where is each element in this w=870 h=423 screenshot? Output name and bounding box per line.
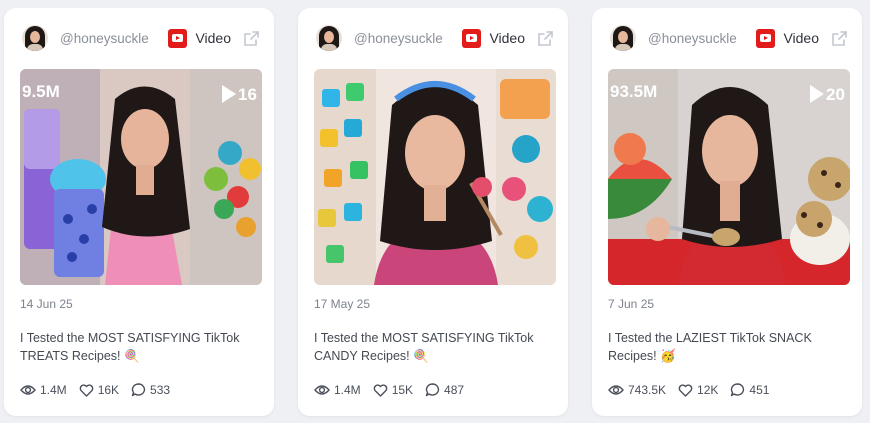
video-thumbnail[interactable]: 93.5M 20	[608, 69, 850, 285]
external-link-icon[interactable]	[243, 30, 260, 47]
video-title[interactable]: I Tested the MOST SATISFYING TikTok TREA…	[20, 329, 252, 365]
youtube-icon	[168, 28, 188, 48]
post-date: 17 May 25	[314, 297, 371, 311]
card-header: @honeysuckle Video	[610, 24, 848, 52]
youtube-icon	[462, 28, 482, 48]
likes-count: 15K	[391, 383, 414, 397]
comments-count: 451	[749, 383, 770, 397]
engagement-stats: 1.4M 16K 533	[20, 383, 182, 397]
youtube-icon	[756, 28, 776, 48]
thumbnail-overlay-count-right: 16	[238, 85, 257, 104]
avatar[interactable]	[610, 25, 636, 51]
post-date: 7 Jun 25	[608, 297, 655, 311]
card-header: @honeysuckle Video	[22, 24, 260, 52]
avatar[interactable]	[316, 25, 342, 51]
comments-count: 487	[444, 383, 465, 397]
engagement-stats: 743.5K 12K 451	[608, 383, 781, 397]
views-stat: 1.4M	[20, 383, 67, 397]
thumbnail-overlay-count-right: 20	[826, 85, 845, 104]
video-thumbnail[interactable]	[314, 69, 556, 285]
views-stat: 743.5K	[608, 383, 666, 397]
heart-icon	[373, 383, 387, 397]
video-card[interactable]: @honeysuckle Video 17 May 25 I Tested th…	[298, 8, 568, 416]
eye-icon	[20, 385, 36, 395]
heart-icon	[678, 383, 693, 397]
views-count: 1.4M	[40, 383, 67, 397]
eye-icon	[314, 385, 330, 395]
views-count: 743.5K	[628, 383, 667, 397]
comments-stat: 487	[425, 383, 464, 397]
thumbnail-overlay-count: 9.5M	[22, 82, 60, 101]
author-handle[interactable]: @honeysuckle	[648, 31, 756, 46]
avatar[interactable]	[22, 25, 48, 51]
author-handle[interactable]: @honeysuckle	[354, 31, 462, 46]
video-thumbnail[interactable]: 9.5M 16	[20, 69, 262, 285]
external-link-icon[interactable]	[537, 30, 554, 47]
comments-stat: 451	[730, 383, 769, 397]
views-stat: 1.4M	[314, 383, 361, 397]
likes-stat: 15K	[373, 383, 413, 397]
comment-icon	[425, 383, 440, 397]
external-link-icon[interactable]	[831, 30, 848, 47]
author-handle[interactable]: @honeysuckle	[60, 31, 168, 46]
video-card[interactable]: @honeysuckle Video 9.5M 16 14 Jun 25 I T…	[4, 8, 274, 416]
video-title[interactable]: I Tested the MOST SATISFYING TikTok CAND…	[314, 329, 546, 365]
platform-label: Video	[783, 30, 819, 46]
heart-icon	[79, 383, 93, 397]
platform-label: Video	[195, 30, 231, 46]
engagement-stats: 1.4M 15K 487	[314, 383, 476, 397]
likes-stat: 16K	[79, 383, 119, 397]
views-count: 1.4M	[334, 383, 361, 397]
likes-count: 16K	[97, 383, 120, 397]
comment-icon	[731, 383, 745, 397]
comments-stat: 533	[131, 383, 170, 397]
video-title[interactable]: I Tested the LAZIEST TikTok SNACK Recipe…	[608, 329, 840, 365]
platform-label: Video	[489, 30, 525, 46]
card-header: @honeysuckle Video	[316, 24, 554, 52]
thumbnail-overlay-count: 93.5M	[610, 82, 657, 101]
comments-count: 533	[150, 383, 171, 397]
comment-icon	[131, 383, 146, 397]
likes-stat: 12K	[678, 383, 718, 397]
video-card[interactable]: @honeysuckle Video 93.5M 20 7 Jun 25 I T…	[592, 8, 862, 416]
likes-count: 12K	[697, 383, 719, 397]
eye-icon	[608, 385, 624, 395]
post-date: 14 Jun 25	[20, 297, 73, 311]
